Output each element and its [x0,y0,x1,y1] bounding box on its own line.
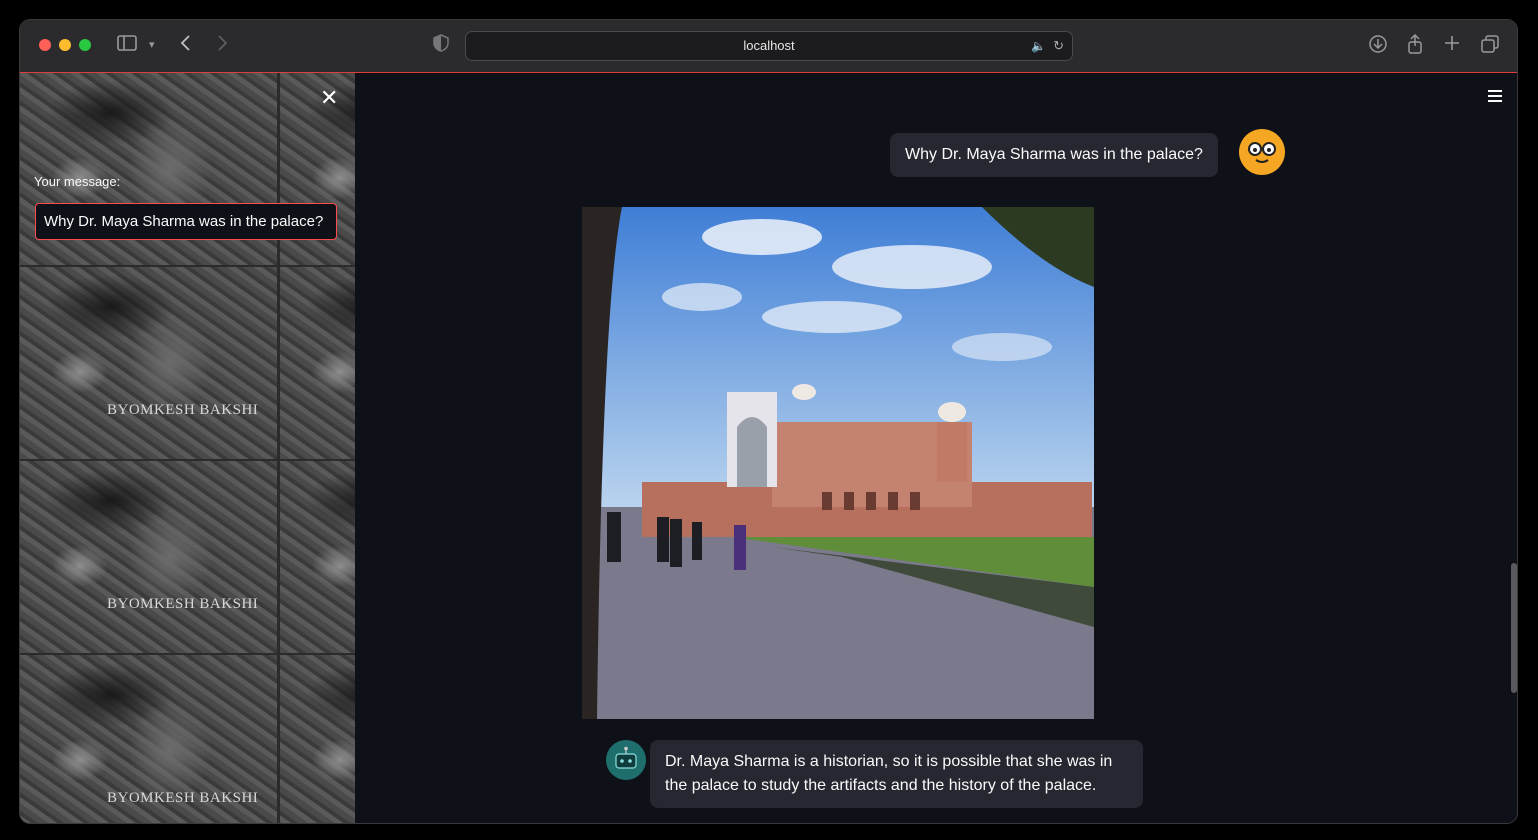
tab-overview-icon[interactable] [1480,34,1500,59]
new-tab-icon[interactable] [1444,34,1460,56]
scrollbar[interactable] [1511,563,1517,693]
forward-icon[interactable] [216,34,228,57]
minimize-window-button[interactable] [59,39,71,51]
message-label: Your message: [34,174,121,189]
user-message: Why Dr. Maya Sharma was in the palace? [890,133,1218,177]
watermark-text: BYOMKESH BAKSHI [107,596,259,612]
user-avatar-icon [1239,129,1285,175]
url-text: localhost [743,38,795,53]
assistant-avatar-icon [606,740,646,780]
download-icon[interactable] [1368,34,1388,59]
watermark-text: BYOMKESH BAKSHI [107,790,259,806]
menu-icon[interactable] [1488,90,1502,105]
maximize-window-button[interactable] [79,39,91,51]
share-icon[interactable] [1406,33,1424,59]
background-tile: BYOMKESH BAKSHI [20,461,277,653]
chevron-down-icon[interactable]: ▾ [149,34,155,56]
background-tile [280,655,355,823]
watermark-text: BYOMKESH BAKSHI [107,402,259,418]
close-window-button[interactable] [39,39,51,51]
close-sidebar-icon[interactable]: ✕ [320,87,338,109]
generated-image [582,207,1094,719]
speaker-icon[interactable]: 🔈 [1031,32,1046,60]
address-bar[interactable]: localhost 🔈 ↻ [465,31,1073,61]
reload-icon[interactable]: ↻ [1053,32,1064,60]
sidebar: BYOMKESH BAKSHI BYOMKESH BAKSHI BYOMKESH… [20,73,355,823]
shield-icon[interactable] [433,34,449,57]
background-tile: BYOMKESH BAKSHI [20,655,277,823]
message-input[interactable]: Why Dr. Maya Sharma was in the palace? [35,203,337,240]
background-tile: BYOMKESH BAKSHI [20,267,277,459]
assistant-message: Dr. Maya Sharma is a historian, so it is… [650,740,1143,808]
chat-area: Why Dr. Maya Sharma was in the palace? D… [355,73,1517,823]
sidebar-toggle-icon[interactable] [117,34,137,57]
background-tile [280,461,355,653]
background-tile [280,267,355,459]
browser-toolbar: ▾ localhost 🔈 ↻ [20,20,1517,73]
browser-window: ▾ localhost 🔈 ↻ BYOMKESH BAKSHI BYOMKESH… [20,20,1517,823]
back-icon[interactable] [180,34,192,57]
